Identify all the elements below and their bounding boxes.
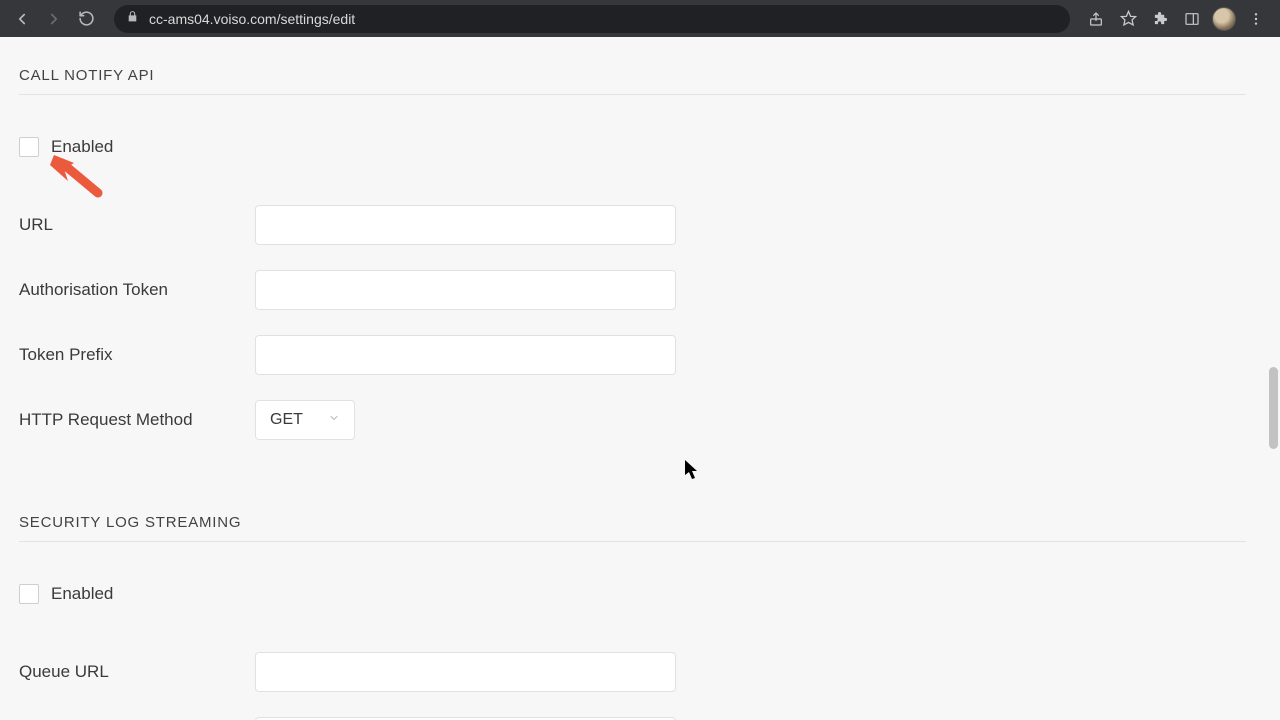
kebab-menu-icon[interactable] [1240,5,1272,33]
extensions-icon[interactable] [1144,5,1176,33]
divider [19,541,1246,542]
forward-button[interactable] [40,5,68,33]
section-header-call-notify: CALL NOTIFY API [0,67,1265,84]
http-method-select[interactable]: GET [255,400,355,440]
http-method-value: GET [270,411,303,429]
page-scrollbar[interactable] [1265,37,1280,720]
page-viewport: CALL NOTIFY API Enabled URL Authorisatio… [0,37,1265,720]
scrollbar-thumb[interactable] [1269,367,1278,449]
security-log-enabled-label: Enabled [51,584,113,604]
queue-url-label: Queue URL [19,662,255,682]
http-method-label: HTTP Request Method [19,410,255,430]
call-notify-enabled-label: Enabled [51,137,113,157]
token-prefix-input[interactable] [255,335,676,375]
queue-url-input[interactable] [255,652,676,692]
toolbar-right [1080,5,1272,33]
lock-icon [126,10,139,28]
security-log-enabled-checkbox[interactable] [19,584,39,604]
chevron-down-icon [328,411,340,429]
share-icon[interactable] [1080,5,1112,33]
call-notify-enabled-checkbox[interactable] [19,137,39,157]
address-bar[interactable]: cc-ams04.voiso.com/settings/edit [114,5,1070,33]
reload-button[interactable] [72,5,100,33]
browser-toolbar: cc-ams04.voiso.com/settings/edit [0,0,1280,37]
url-label: URL [19,215,255,235]
profile-avatar[interactable] [1208,5,1240,33]
back-button[interactable] [8,5,36,33]
section-header-security-log: SECURITY LOG STREAMING [0,514,1265,531]
auth-token-label: Authorisation Token [19,280,255,300]
url-input[interactable] [255,205,676,245]
side-panel-icon[interactable] [1176,5,1208,33]
star-icon[interactable] [1112,5,1144,33]
address-bar-text: cc-ams04.voiso.com/settings/edit [149,11,355,27]
token-prefix-label: Token Prefix [19,345,255,365]
divider [19,94,1246,95]
auth-token-input[interactable] [255,270,676,310]
